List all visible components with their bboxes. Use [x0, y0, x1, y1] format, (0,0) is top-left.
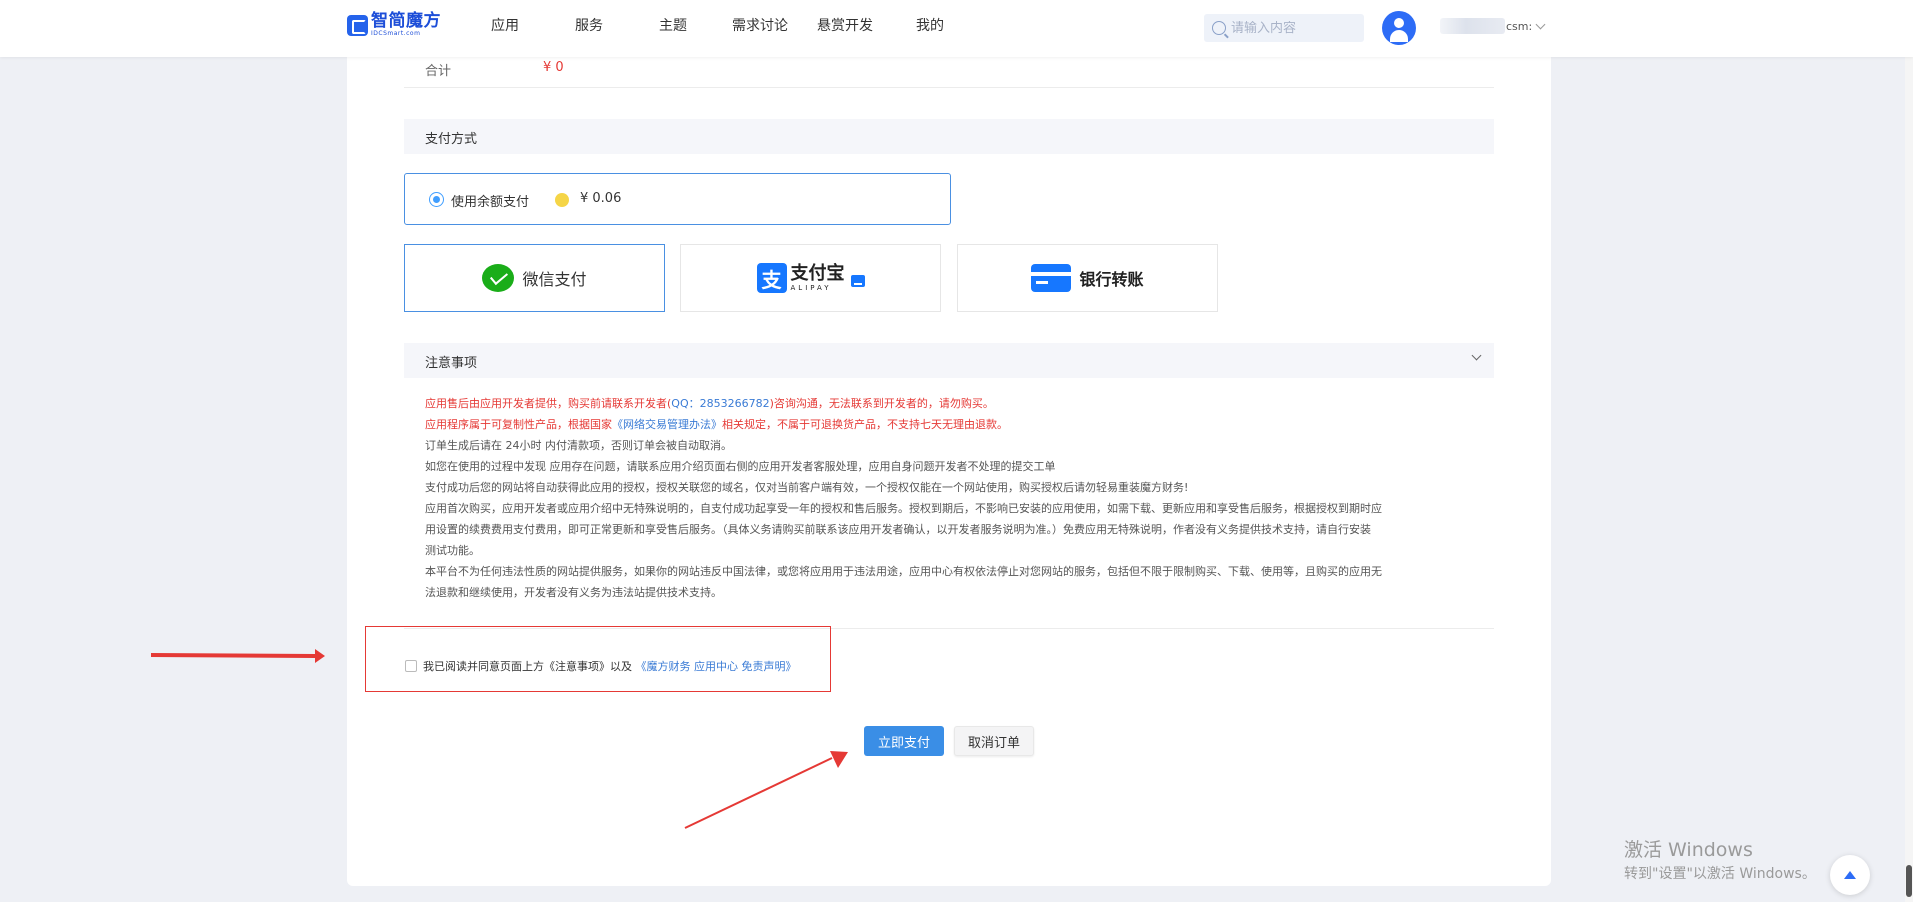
main-nav: 应用 服务 主题 需求讨论 悬赏开发 我的	[491, 0, 944, 50]
nav-item-themes[interactable]: 主题	[659, 15, 687, 35]
pay-now-button[interactable]: 立即支付	[864, 726, 944, 756]
notice-item: 法退款和继续使用，开发者没有义务为违法站提供技术支持。	[425, 586, 722, 599]
username-text: csm:	[1506, 19, 1533, 33]
notice-list: 应用售后由应用开发者提供，购买前请联系开发者(QQ：2853266782)咨询沟…	[425, 393, 1475, 603]
site-logo[interactable]: 智简魔方 IDCSmart.com	[347, 13, 441, 37]
notice-item: 测试功能。	[425, 544, 480, 557]
alipay-badge-icon	[850, 275, 865, 287]
notice-item: 订单生成后请在 24小时 内付清款项，否则订单会被自动取消。	[425, 439, 732, 452]
notice-item: 应用售后由应用开发者提供，购买前请联系开发者(QQ：2853266782)咨询沟…	[425, 397, 994, 410]
annotation-arrow-right	[151, 649, 325, 663]
cancel-order-button[interactable]: 取消订单	[954, 726, 1034, 756]
username-redacted	[1440, 18, 1505, 34]
search-icon[interactable]	[1212, 21, 1226, 35]
windows-activation-watermark: 激活 Windows 转到"设置"以激活 Windows。	[1624, 838, 1816, 884]
wechat-pay-option[interactable]: 微信支付	[404, 244, 665, 312]
alipay-sublabel: ALIPAY	[790, 283, 832, 292]
notice-item: 应用首次购买，应用开发者或应用介绍中无特殊说明的，自支付成功起享受一年的授权和售…	[425, 502, 1382, 515]
notice-item: 如您在使用的过程中发现 应用存在问题，请联系应用介绍页面右侧的应用开发者客服处理…	[425, 460, 1056, 473]
developer-qq: QQ：2853266782	[671, 397, 770, 410]
payment-method-title: 支付方式	[425, 132, 478, 147]
balance-label: 使用余额支付	[451, 195, 530, 210]
top-header: 智简魔方 IDCSmart.com 应用 服务 主题 需求讨论 悬赏开发 我的 …	[0, 0, 1913, 57]
nav-item-services[interactable]: 服务	[575, 15, 603, 35]
bank-transfer-option[interactable]: 银行转账	[957, 244, 1218, 312]
regulation-link[interactable]: 《网络交易管理办法》	[612, 418, 722, 431]
alipay-option[interactable]: 支 支付宝 ALIPAY	[680, 244, 941, 312]
balance-radio[interactable]	[429, 192, 444, 207]
nav-item-bounty[interactable]: 悬赏开发	[817, 15, 873, 35]
bank-card-icon	[1031, 264, 1072, 292]
total-value: ¥ 0	[543, 60, 564, 75]
bank-transfer-label: 银行转账	[1079, 270, 1144, 289]
scrollbar-thumb[interactable]	[1906, 865, 1912, 897]
alipay-icon: 支	[756, 263, 787, 293]
agreement-highlight-box: 我已阅读并同意页面上方《注意事项》以及 《魔方财务 应用中心 免责声明》	[365, 626, 831, 692]
watermark-subtitle: 转到"设置"以激活 Windows。	[1624, 866, 1816, 882]
chevron-down-icon	[1535, 19, 1546, 29]
nav-item-requirements[interactable]: 需求讨论	[732, 15, 788, 35]
wechat-icon	[482, 264, 515, 292]
coin-icon	[555, 193, 569, 207]
disclaimer-link[interactable]: 《魔方财务 应用中心 免责声明》	[636, 660, 797, 673]
user-menu[interactable]: csm:	[1440, 18, 1546, 34]
logo-subtext: IDCSmart.com	[371, 30, 421, 37]
page-scrollbar[interactable]	[1905, 0, 1913, 902]
annotation-arrow-up	[684, 751, 848, 829]
logo-icon	[347, 14, 368, 36]
payment-method-header: 支付方式	[404, 119, 1494, 154]
alipay-label: 支付宝	[790, 262, 845, 284]
nav-item-mine[interactable]: 我的	[916, 15, 944, 35]
avatar[interactable]	[1382, 11, 1416, 45]
notice-item: 本平台不为任何违法性质的网站提供服务，如果你的网站违反中国法律，或您将应用用于违…	[425, 565, 1382, 578]
wechat-pay-label: 微信支付	[522, 270, 587, 289]
arrow-up-icon	[1844, 871, 1856, 879]
notice-item: 用设置的续费费用支付费用，即可正常更新和享受售后服务。（具体义务请购买前联系该应…	[425, 523, 1371, 536]
search-box	[1204, 14, 1364, 42]
agreement-text: 我已阅读并同意页面上方《注意事项》以及 《魔方财务 应用中心 免责声明》	[423, 660, 797, 673]
balance-value: ¥ 0.06	[580, 191, 622, 206]
logo-text: 智简魔方	[371, 11, 441, 31]
notice-item: 应用程序属于可复制性产品，根据国家《网络交易管理办法》相关规定，不属于可退换货产…	[425, 418, 1008, 431]
nav-item-apps[interactable]: 应用	[491, 15, 519, 35]
back-to-top-button[interactable]	[1830, 855, 1870, 895]
notice-title: 注意事项	[425, 356, 478, 371]
total-label: 合计	[425, 64, 452, 79]
notice-header[interactable]: 注意事项	[404, 343, 1494, 378]
search-input[interactable]	[1231, 20, 1351, 36]
balance-payment-option[interactable]: 使用余额支付 ¥ 0.06	[404, 173, 951, 225]
watermark-title: 激活 Windows	[1624, 839, 1753, 861]
agreement-checkbox[interactable]	[405, 660, 417, 672]
notice-item: 支付成功后您的网站将自动获得此应用的授权，授权关联您的域名，仅对当前客户端有效，…	[425, 481, 1189, 494]
